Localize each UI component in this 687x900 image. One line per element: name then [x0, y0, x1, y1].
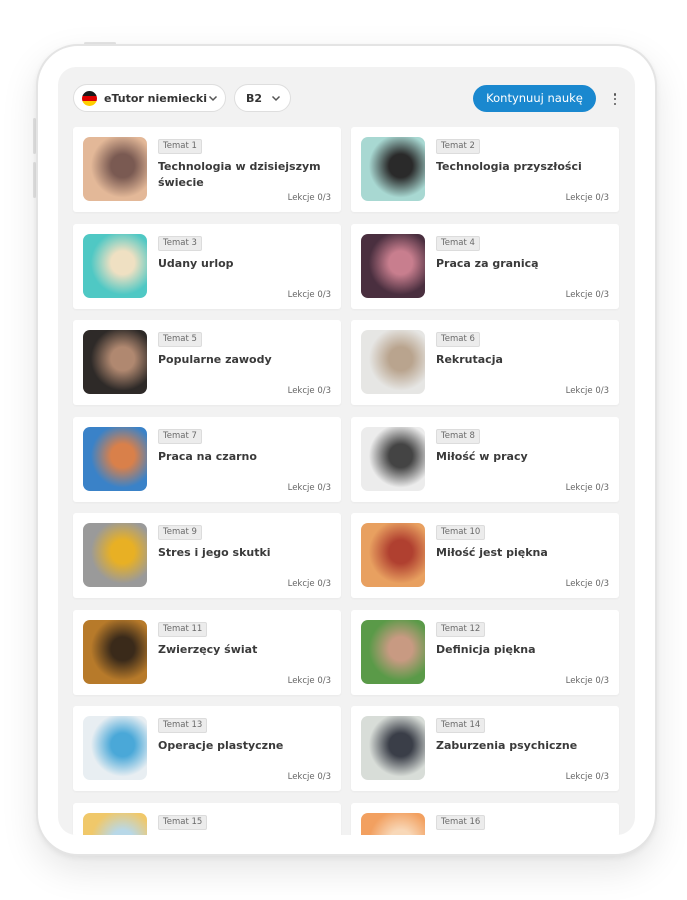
topic-number-badge: Temat 12 [436, 621, 486, 637]
topic-thumbnail-sad-person [361, 716, 425, 780]
topic-title: Praca na czarno [158, 449, 257, 463]
topic-card[interactable]: Temat 1 Technologia w dzisiejszym świecie… [73, 127, 341, 212]
topic-thumbnail-juice-glass [83, 812, 147, 835]
topic-card[interactable]: Temat 4 Praca za granicą Lekcje 0/3 [351, 223, 619, 309]
course-language-select[interactable]: eTutor niemiecki [73, 84, 226, 112]
topic-title: Zaburzenia psychiczne [436, 739, 578, 752]
lesson-progress: Lekcje 0/3 [565, 675, 609, 686]
dot [613, 97, 617, 101]
topic-card[interactable]: Temat 10 Miłość jest piękna Lekcje 0/3 [351, 513, 619, 598]
topic-number-badge: Temat 7 [158, 428, 202, 444]
topic-thumbnail-interview-hands [361, 330, 425, 394]
lesson-progress: Lekcje 0/3 [287, 289, 331, 300]
topic-card[interactable]: Temat 5 Popularne zawody Lekcje 0/3 [73, 320, 341, 405]
topic-thumbnail-leopard [83, 619, 147, 684]
lesson-progress: Lekcje 0/3 [287, 386, 331, 396]
topic-number-badge: Temat 13 [158, 718, 208, 733]
chevron-down-icon [271, 95, 281, 102]
app-screen: eTutor niemiecki B2 Kontynuuj naukę Tema… [58, 67, 635, 835]
topic-card[interactable]: Temat 9 Stres i jego skutki Lekcje 0/3 [73, 513, 341, 598]
topic-title: Definicja piękna [436, 642, 536, 656]
dot [613, 93, 617, 96]
lesson-progress: Lekcje 0/3 [287, 482, 331, 493]
topic-thumbnail-plastic-surgery [83, 716, 147, 780]
continue-learning-button[interactable]: Kontynuuj naukę [473, 85, 596, 112]
lesson-progress: Lekcje 0/3 [287, 675, 331, 686]
level-label: B2 [246, 91, 263, 105]
topic-card[interactable]: Temat 11 Zwierzęcy świat Lekcje 0/3 [73, 609, 341, 695]
lesson-progress: Lekcje 0/3 [565, 289, 609, 300]
topic-title: Udany urlop [158, 256, 234, 270]
topic-card[interactable]: Temat 8 Miłość w pracy Lekcje 0/3 [351, 416, 619, 502]
topic-number-badge: Temat 6 [436, 332, 480, 347]
topic-card[interactable]: Temat 3 Udany urlop Lekcje 0/3 [73, 223, 341, 309]
topic-title: Miłość jest piękna [436, 546, 548, 559]
topic-card[interactable]: Temat 16 [351, 802, 619, 835]
topic-card[interactable]: Temat 6 Rekrutacja Lekcje 0/3 [351, 320, 619, 405]
topic-thumbnail-bricklayer [83, 426, 147, 491]
lesson-progress: Lekcje 0/3 [287, 772, 331, 782]
chevron-down-icon [209, 95, 218, 102]
topic-thumbnail-woman-on-beach [83, 233, 147, 298]
topic-card[interactable]: Temat 15 [73, 802, 341, 835]
topic-thumbnail-chef [83, 330, 147, 394]
topic-number-badge: Temat 9 [158, 525, 202, 540]
lesson-progress: Lekcje 0/3 [287, 193, 331, 203]
topic-title: Zwierzęcy świat [158, 642, 258, 656]
topic-title: Stres i jego skutki [158, 546, 271, 559]
topic-number-badge: Temat 10 [436, 525, 486, 540]
topic-thumbnail-welder [361, 233, 425, 298]
lesson-progress: Lekcje 0/3 [565, 193, 609, 203]
lesson-progress: Lekcje 0/3 [287, 579, 331, 589]
topic-title: Praca za granicą [436, 256, 539, 270]
topic-title: Rekrutacja [436, 353, 503, 366]
level-select[interactable]: B2 [234, 84, 291, 112]
topic-title: Technologia w dzisiejszym świecie [158, 160, 321, 189]
topic-number-badge: Temat 11 [158, 621, 208, 637]
topic-title: Technologia przyszłości [436, 160, 582, 173]
topic-thumbnail-hands-with-devices [83, 137, 147, 201]
topic-thumbnail-office-kiss [361, 426, 425, 491]
topic-number-badge: Temat 2 [436, 139, 480, 154]
topic-number-badge: Temat 1 [158, 139, 202, 154]
topic-number-badge: Temat 15 [158, 814, 208, 830]
topic-title: Popularne zawody [158, 353, 272, 366]
german-flag-icon [82, 90, 97, 106]
more-options-icon[interactable] [609, 91, 621, 107]
lesson-progress: Lekcje 0/3 [565, 482, 609, 493]
flag-stripe-gold [82, 100, 97, 106]
topic-number-badge: Temat 5 [158, 332, 202, 347]
topic-number-badge: Temat 8 [436, 428, 480, 444]
topic-card[interactable]: Temat 7 Praca na czarno Lekcje 0/3 [73, 416, 341, 502]
topic-number-badge: Temat 3 [158, 235, 202, 251]
course-language-label: eTutor niemiecki [104, 91, 208, 105]
topic-thumbnail-robot-head [361, 137, 425, 201]
topic-title: Operacje plastyczne [158, 739, 284, 752]
topic-thumbnail-elderly-couple [361, 523, 425, 587]
topic-thumbnail-stressed-woman [83, 523, 147, 587]
topic-card[interactable]: Temat 13 Operacje plastyczne Lekcje 0/3 [73, 706, 341, 791]
topic-card[interactable]: Temat 2 Technologia przyszłości Lekcje 0/3 [351, 127, 619, 212]
lesson-progress: Lekcje 0/3 [565, 579, 609, 589]
topic-thumbnail-peach-object [361, 812, 425, 835]
topic-number-badge: Temat 4 [436, 235, 480, 251]
topic-card[interactable]: Temat 14 Zaburzenia psychiczne Lekcje 0/3 [351, 706, 619, 791]
lesson-progress: Lekcje 0/3 [565, 772, 609, 782]
topic-title: Miłość w pracy [436, 449, 528, 463]
toolbar: eTutor niemiecki B2 Kontynuuj naukę [58, 67, 635, 127]
topic-card[interactable]: Temat 12 Definicja piękna Lekcje 0/3 [351, 609, 619, 695]
topic-thumbnail-woman-portrait [361, 619, 425, 684]
dot [613, 102, 617, 105]
lesson-progress: Lekcje 0/3 [565, 386, 609, 396]
topic-number-badge: Temat 16 [436, 814, 486, 830]
topic-number-badge: Temat 14 [436, 718, 486, 733]
